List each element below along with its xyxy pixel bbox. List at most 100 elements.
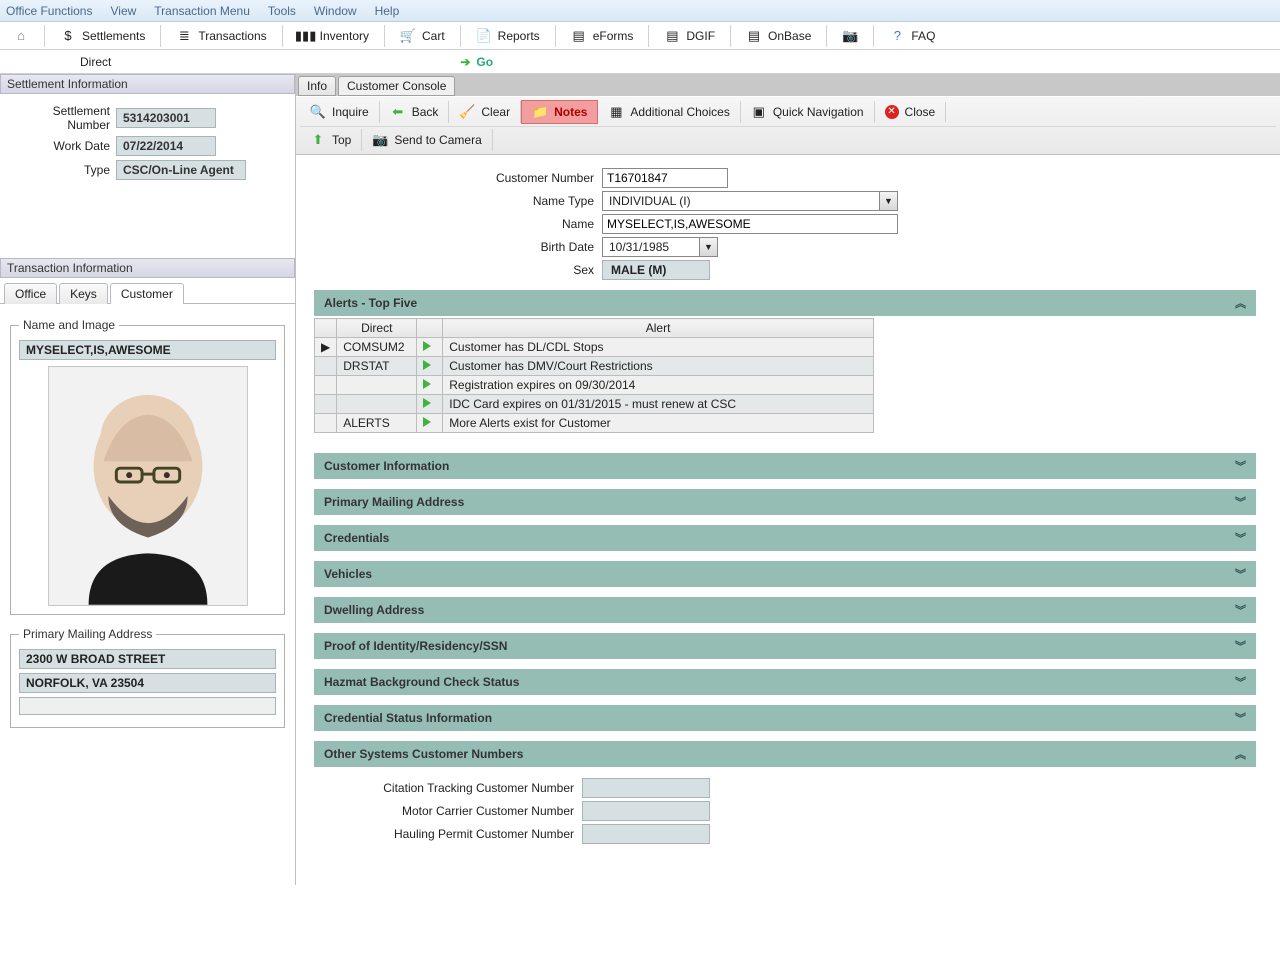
menu-transaction-menu[interactable]: Transaction Menu xyxy=(154,4,250,18)
menubar: Office Functions View Transaction Menu T… xyxy=(0,0,1280,22)
tab-info[interactable]: Info xyxy=(298,76,336,96)
left-panel: Settlement Information Settlement Number… xyxy=(0,74,296,885)
other-sys-label: Citation Tracking Customer Number xyxy=(314,781,574,795)
menu-help[interactable]: Help xyxy=(375,4,400,18)
notes-label: Notes xyxy=(554,105,587,119)
other-sys-field[interactable] xyxy=(582,778,710,798)
inquire-button[interactable]: 🔍Inquire xyxy=(300,101,380,123)
top-label: Top xyxy=(332,133,351,147)
onbase-button[interactable]: ▤OnBase xyxy=(737,24,820,48)
tab-office[interactable]: Office xyxy=(4,283,57,304)
inventory-button[interactable]: ▮▮▮Inventory xyxy=(289,24,378,48)
section-header[interactable]: Dwelling Address︾ xyxy=(314,597,1256,623)
sex-value: MALE (M) xyxy=(602,260,710,280)
arrow-icon[interactable] xyxy=(417,395,443,414)
eforms-button[interactable]: ▤eForms xyxy=(562,24,643,48)
collapse-icon: ︽ xyxy=(1235,746,1246,762)
arrow-icon[interactable] xyxy=(417,414,443,433)
menu-office-functions[interactable]: Office Functions xyxy=(6,4,92,18)
camera-button[interactable]: 📷 xyxy=(833,24,867,48)
alerts-row[interactable]: ▶COMSUM2Customer has DL/CDL Stops xyxy=(315,338,874,357)
row-alert: Customer has DL/CDL Stops xyxy=(443,338,874,357)
reports-button[interactable]: 📄Reports xyxy=(467,24,549,48)
row-direct: COMSUM2 xyxy=(337,338,417,357)
row-alert: IDC Card expires on 01/31/2015 - must re… xyxy=(443,395,874,414)
name-type-value: INDIVIDUAL (I) xyxy=(603,194,879,208)
arrow-icon[interactable] xyxy=(417,376,443,395)
action-bar: 🔍Inquire ⬅Back 🧹Clear 📁Notes ▦Additional… xyxy=(296,96,1280,155)
name-label: Name xyxy=(494,217,594,231)
section-header[interactable]: Vehicles︾ xyxy=(314,561,1256,587)
go-button[interactable]: ➔ Go xyxy=(451,50,502,74)
settlement-header: Settlement Information xyxy=(0,74,295,94)
onbase-label: OnBase xyxy=(768,29,811,43)
reports-label: Reports xyxy=(498,29,540,43)
settlements-button[interactable]: $Settlements xyxy=(51,24,154,48)
transaction-header: Transaction Information xyxy=(0,258,295,278)
name-input[interactable] xyxy=(602,214,898,234)
quick-navigation-label: Quick Navigation xyxy=(773,105,864,119)
clear-label: Clear xyxy=(481,105,510,119)
other-systems-header[interactable]: Other Systems Customer Numbers ︽ xyxy=(314,741,1256,767)
quick-navigation-button[interactable]: ▣ Quick Navigation xyxy=(741,101,875,123)
alerts-row[interactable]: IDC Card expires on 01/31/2015 - must re… xyxy=(315,395,874,414)
birth-date-value: 10/31/1985 xyxy=(603,240,699,254)
transactions-button[interactable]: ≣Transactions xyxy=(167,24,275,48)
tab-customer[interactable]: Customer xyxy=(110,283,184,304)
eforms-label: eForms xyxy=(593,29,634,43)
customer-number-label: Customer Number xyxy=(494,171,594,185)
cart-button[interactable]: 🛒Cart xyxy=(391,24,454,48)
section-header[interactable]: Credential Status Information︾ xyxy=(314,705,1256,731)
back-label: Back xyxy=(412,105,439,119)
work-date-label: Work Date xyxy=(8,139,110,153)
alerts-row[interactable]: Registration expires on 09/30/2014 xyxy=(315,376,874,395)
additional-choices-label: Additional Choices xyxy=(630,105,729,119)
section-title: Proof of Identity/Residency/SSN xyxy=(324,639,507,653)
birth-date-input[interactable]: 10/31/1985▼ xyxy=(602,237,718,257)
alerts-row[interactable]: DRSTATCustomer has DMV/Court Restriction… xyxy=(315,357,874,376)
row-alert: More Alerts exist for Customer xyxy=(443,414,874,433)
list-icon: ≣ xyxy=(176,28,192,44)
other-sys-field[interactable] xyxy=(582,824,710,844)
send-to-camera-label: Send to Camera xyxy=(394,133,481,147)
row-marker xyxy=(315,414,337,433)
customer-number-input[interactable] xyxy=(602,168,728,188)
section-header[interactable]: Customer Information︾ xyxy=(314,453,1256,479)
dgif-label: DGIF xyxy=(686,29,715,43)
scroll-area[interactable]: Customer Number Name Type INDIVIDUAL (I)… xyxy=(296,155,1280,885)
alerts-row[interactable]: ALERTSMore Alerts exist for Customer xyxy=(315,414,874,433)
alerts-header[interactable]: Alerts - Top Five ︽ xyxy=(314,290,1256,316)
name-type-select[interactable]: INDIVIDUAL (I)▼ xyxy=(602,191,898,211)
chevron-down-icon: ▼ xyxy=(699,238,717,256)
help-icon: ? xyxy=(889,28,905,44)
menu-window[interactable]: Window xyxy=(314,4,357,18)
send-to-camera-button[interactable]: 📷Send to Camera xyxy=(362,129,492,151)
notes-button[interactable]: 📁Notes xyxy=(521,100,598,124)
search-icon: 🔍 xyxy=(310,104,326,120)
arrow-icon[interactable] xyxy=(417,338,443,357)
up-icon: ⬆ xyxy=(310,132,326,148)
settlements-label: Settlements xyxy=(82,29,145,43)
additional-choices-button[interactable]: ▦Additional Choices xyxy=(598,101,740,123)
section-header[interactable]: Primary Mailing Address︾ xyxy=(314,489,1256,515)
section-header[interactable]: Proof of Identity/Residency/SSN︾ xyxy=(314,633,1256,659)
section-title: Credential Status Information xyxy=(324,711,492,725)
menu-tools[interactable]: Tools xyxy=(268,4,296,18)
arrow-icon[interactable] xyxy=(417,357,443,376)
inventory-label: Inventory xyxy=(320,29,369,43)
faq-button[interactable]: ?FAQ xyxy=(880,24,944,48)
top-button[interactable]: ⬆ Top xyxy=(300,129,362,151)
section-header[interactable]: Hazmat Background Check Status︾ xyxy=(314,669,1256,695)
tab-keys[interactable]: Keys xyxy=(59,283,108,304)
nav-icon: ▣ xyxy=(751,104,767,120)
section-header[interactable]: Credentials︾ xyxy=(314,525,1256,551)
back-button[interactable]: ⬅Back xyxy=(380,101,450,123)
tab-customer-console[interactable]: Customer Console xyxy=(338,76,455,96)
home-button[interactable]: ⌂ xyxy=(4,24,38,48)
clear-button[interactable]: 🧹Clear xyxy=(449,101,521,123)
other-sys-field[interactable] xyxy=(582,801,710,821)
menu-view[interactable]: View xyxy=(110,4,136,18)
dgif-button[interactable]: ▤DGIF xyxy=(655,24,724,48)
sex-label: Sex xyxy=(494,263,594,277)
close-button[interactable]: ✕Close xyxy=(875,102,947,122)
